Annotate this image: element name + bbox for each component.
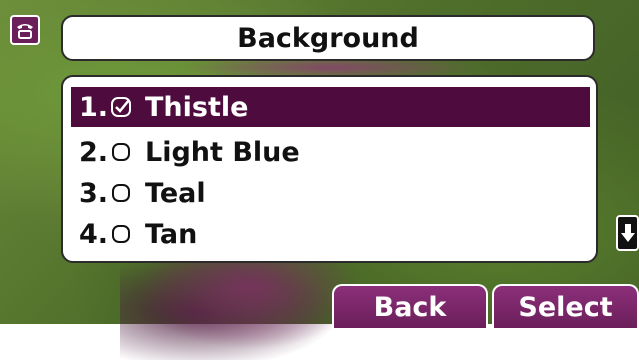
item-number: 2. bbox=[79, 136, 109, 168]
page-title: Background bbox=[237, 22, 419, 54]
list-item-light-blue[interactable]: 2. Light Blue bbox=[71, 132, 590, 172]
item-number: 3. bbox=[79, 177, 109, 209]
item-number: 4. bbox=[79, 218, 109, 250]
list-item-thistle[interactable]: 1. Thistle bbox=[71, 87, 590, 127]
checkbox-unchecked-icon bbox=[109, 222, 133, 246]
list-item-teal[interactable]: 3. Teal bbox=[71, 173, 590, 213]
scroll-down-button[interactable] bbox=[616, 215, 639, 251]
phone-icon bbox=[10, 15, 40, 45]
options-list: 1. Thistle 2. Light Blue 3. Teal 4. Tan bbox=[61, 75, 598, 263]
list-item-tan[interactable]: 4. Tan bbox=[71, 214, 590, 254]
title-bar: Background bbox=[61, 15, 595, 61]
item-label: Thistle bbox=[145, 91, 249, 123]
item-label: Light Blue bbox=[145, 136, 300, 168]
item-label: Teal bbox=[145, 177, 206, 209]
checkbox-unchecked-icon bbox=[109, 181, 133, 205]
item-number: 1. bbox=[79, 91, 109, 123]
select-button[interactable]: Select bbox=[492, 284, 639, 328]
checkbox-checked-icon bbox=[109, 95, 133, 119]
item-label: Tan bbox=[145, 218, 198, 250]
back-button[interactable]: Back bbox=[332, 284, 488, 328]
checkbox-unchecked-icon bbox=[109, 140, 133, 164]
arrow-down-icon bbox=[620, 224, 635, 242]
